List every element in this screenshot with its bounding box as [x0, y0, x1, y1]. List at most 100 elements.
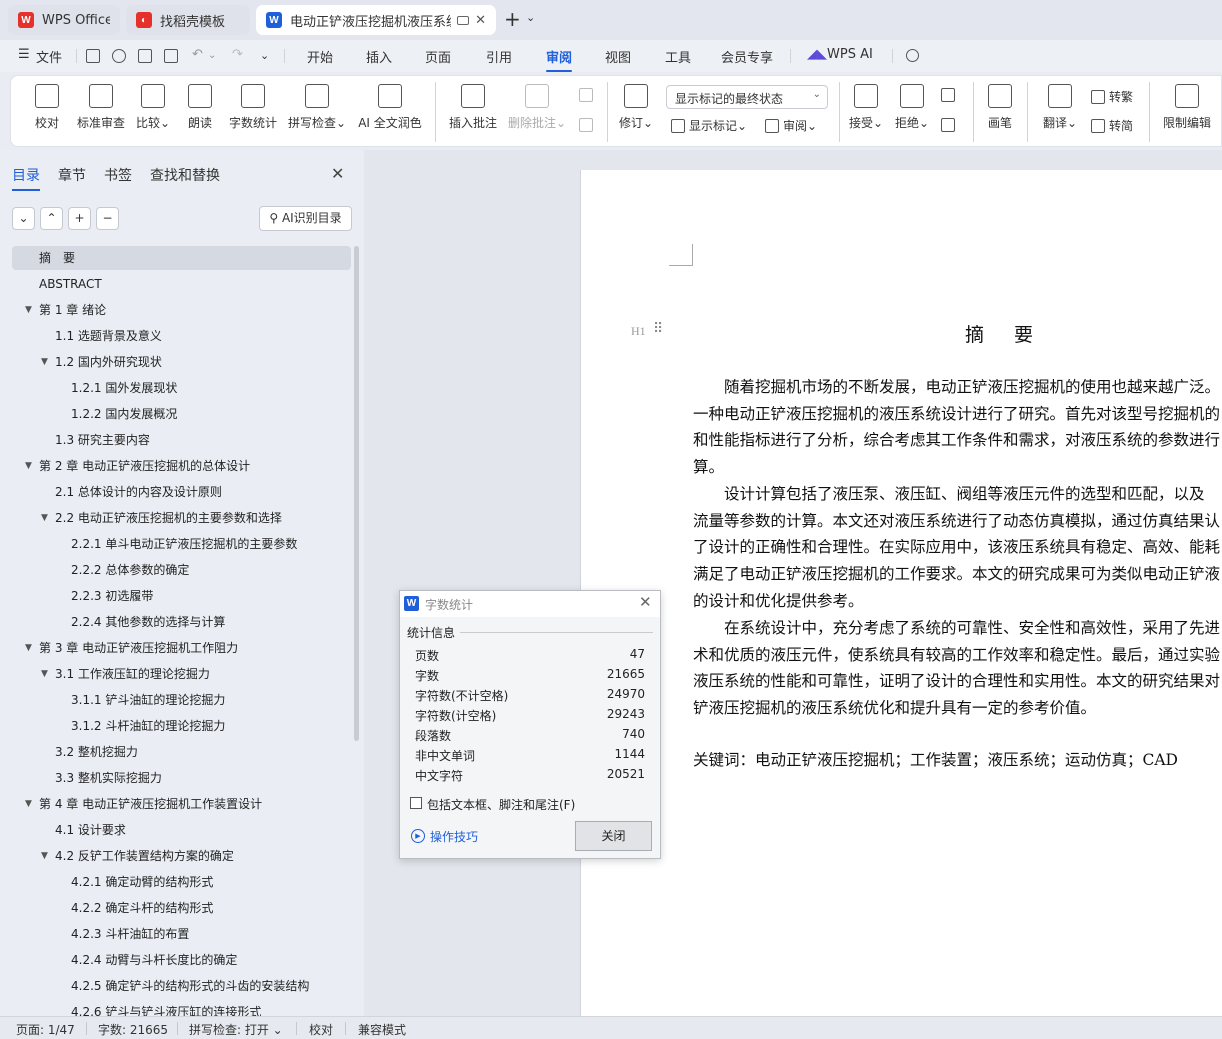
- toc-item[interactable]: 4.2.4 动臂与斗杆长度比的确定: [12, 948, 351, 972]
- toc-item[interactable]: ▼ 3.1 工作液压缸的理论挖掘力: [12, 662, 351, 686]
- toc-item[interactable]: 3.3 整机实际挖掘力: [12, 766, 351, 790]
- toc-item[interactable]: 2.2.3 初选履带: [12, 584, 351, 608]
- markup-mode-select[interactable]: 显示标记的最终状态 ⌄: [666, 85, 828, 109]
- expand-arrow-icon[interactable]: ▼: [41, 350, 48, 374]
- menu-view[interactable]: 视图: [605, 47, 631, 66]
- expand-arrow-icon[interactable]: ▼: [25, 792, 32, 816]
- undo-chevron-icon[interactable]: ⌄: [208, 50, 216, 61]
- proof-indicator[interactable]: 校对: [309, 1021, 333, 1038]
- toc-item[interactable]: ▼ 1.2 国内外研究现状: [12, 350, 351, 374]
- tab-current-document[interactable]: W 电动正铲液压挖掘机液压系统 ✕: [256, 5, 496, 35]
- to-simplified-button[interactable]: 转简: [1091, 117, 1133, 134]
- close-icon[interactable]: ✕: [331, 164, 344, 183]
- search-icon[interactable]: [906, 49, 919, 62]
- toc-item[interactable]: ABSTRACT: [12, 272, 351, 296]
- share-icon[interactable]: [112, 49, 126, 63]
- undo-icon[interactable]: ↶: [192, 47, 203, 62]
- document-page[interactable]: H1 ⠿ 摘 要 随着挖掘机市场的不断发展，电动正铲液压挖掘机的使用也越来越广泛…: [580, 170, 1222, 1020]
- redo-icon[interactable]: ↷: [232, 47, 243, 62]
- accept-button[interactable]: 接受⌄: [847, 82, 885, 131]
- tab-toc[interactable]: 目录: [12, 165, 40, 191]
- word-count-button[interactable]: 字数统计: [225, 82, 281, 131]
- translate-button[interactable]: 翻译⌄: [1041, 82, 1079, 131]
- include-textbox-label[interactable]: 包括文本框、脚注和尾注(F): [427, 796, 575, 813]
- toc-item[interactable]: 4.2.5 确定铲斗的结构形式的斗齿的安装结构: [12, 974, 351, 998]
- menu-references[interactable]: 引用: [486, 47, 512, 66]
- expand-arrow-icon[interactable]: ▼: [25, 636, 32, 660]
- ai-toc-button[interactable]: ⚲ AI识别目录: [259, 206, 352, 231]
- include-textbox-checkbox[interactable]: [410, 797, 422, 809]
- menu-insert[interactable]: 插入: [366, 47, 392, 66]
- next-change-button[interactable]: [941, 118, 959, 132]
- previous-comment-button[interactable]: [579, 88, 597, 102]
- toc-item[interactable]: ▼ 4.2 反铲工作装置结构方案的确定: [12, 844, 351, 868]
- toc-item[interactable]: 4.2.2 确定斗杆的结构形式: [12, 896, 351, 920]
- read-aloud-button[interactable]: 朗读: [185, 82, 215, 131]
- toc-scrollbar[interactable]: [354, 246, 359, 741]
- toc-item[interactable]: 3.1.1 铲斗油缸的理论挖掘力: [12, 688, 351, 712]
- tab-wps-office[interactable]: W WPS Office: [8, 5, 120, 35]
- expand-arrow-icon[interactable]: ▼: [41, 506, 48, 530]
- toc-item[interactable]: 1.1 选题背景及意义: [12, 324, 351, 348]
- collapse-up-icon[interactable]: ⌃: [40, 207, 63, 230]
- monitor-icon[interactable]: [457, 15, 470, 25]
- print-icon[interactable]: [138, 49, 152, 63]
- print-preview-icon[interactable]: [164, 49, 178, 63]
- reject-button[interactable]: 拒绝⌄: [893, 82, 931, 131]
- toc-item[interactable]: 2.2.4 其他参数的选择与计算: [12, 610, 351, 634]
- toc-item[interactable]: 1.3 研究主要内容: [12, 428, 351, 452]
- toc-item[interactable]: 4.2.6 铲斗与铲斗液压缸的连接形式: [12, 1000, 351, 1016]
- new-tab-icon[interactable]: +: [504, 9, 521, 29]
- menu-review[interactable]: 审阅: [546, 47, 573, 72]
- toc-item[interactable]: 1.2.1 国外发展现状: [12, 376, 351, 400]
- spell-check-button[interactable]: 拼写检查⌄: [287, 82, 347, 131]
- next-comment-button[interactable]: [579, 118, 597, 132]
- previous-change-button[interactable]: [941, 88, 959, 102]
- delete-comment-button[interactable]: 删除批注⌄: [507, 82, 567, 131]
- show-markup-button[interactable]: 显示标记 ⌄: [671, 117, 747, 134]
- expand-arrow-icon[interactable]: ▼: [41, 662, 48, 686]
- tab-list-chevron-icon[interactable]: ⌄: [526, 11, 535, 24]
- save-icon[interactable]: [86, 49, 100, 63]
- toc-item[interactable]: ▼ 第 2 章 电动正铲液压挖掘机的总体设计: [12, 454, 351, 478]
- menu-wps-ai[interactable]: WPS AI: [827, 47, 873, 62]
- add-heading-icon[interactable]: +: [68, 207, 91, 230]
- toc-item[interactable]: 3.2 整机挖掘力: [12, 740, 351, 764]
- menu-home[interactable]: 开始: [307, 47, 333, 66]
- menu-member[interactable]: 会员专享: [721, 47, 773, 66]
- tab-bookmarks[interactable]: 书签: [104, 165, 132, 185]
- expand-down-icon[interactable]: ⌄: [12, 207, 35, 230]
- toc-item[interactable]: 1.2.2 国内发展概况: [12, 402, 351, 426]
- standard-review-button[interactable]: 标准审查: [75, 82, 127, 131]
- compare-button[interactable]: 比较⌄: [135, 82, 171, 131]
- toc-item[interactable]: 4.2.3 斗杆油缸的布置: [12, 922, 351, 946]
- restrict-edit-button[interactable]: 限制编辑: [1159, 82, 1215, 131]
- menu-tools[interactable]: 工具: [665, 47, 691, 66]
- expand-arrow-icon[interactable]: ▼: [41, 844, 48, 868]
- toc-item[interactable]: 3.1.2 斗杆油缸的理论挖掘力: [12, 714, 351, 738]
- toc-item[interactable]: 2.2.2 总体参数的确定: [12, 558, 351, 582]
- review-pane-button[interactable]: 审阅 ⌄: [765, 117, 817, 134]
- remove-heading-icon[interactable]: −: [96, 207, 119, 230]
- tab-sections[interactable]: 章节: [58, 165, 86, 185]
- expand-arrow-icon[interactable]: ▼: [25, 298, 32, 322]
- toc-item[interactable]: ▼ 第 4 章 电动正铲液压挖掘机工作装置设计: [12, 792, 351, 816]
- toc-item[interactable]: 2.2.1 单斗电动正铲液压挖掘机的主要参数: [12, 532, 351, 556]
- toc-item[interactable]: ▼ 第 3 章 电动正铲液压挖掘机工作阻力: [12, 636, 351, 660]
- toc-item[interactable]: 摘 要: [12, 246, 351, 270]
- tab-find-replace[interactable]: 查找和替换: [150, 165, 220, 185]
- dialog-titlebar[interactable]: W 字数统计 ✕: [400, 591, 660, 617]
- page-indicator[interactable]: 页面: 1/47: [16, 1021, 75, 1038]
- proofread-button[interactable]: 校对: [31, 82, 63, 131]
- toc-item[interactable]: 4.2.1 确定动臂的结构形式: [12, 870, 351, 894]
- quick-access-chevron-icon[interactable]: ⌄: [260, 49, 269, 62]
- pen-button[interactable]: 画笔: [985, 82, 1015, 131]
- toc-item[interactable]: 2.1 总体设计的内容及设计原则: [12, 480, 351, 504]
- ai-polish-button[interactable]: AI 全文润色: [355, 82, 425, 131]
- track-changes-button[interactable]: 修订⌄: [617, 82, 655, 131]
- tab-docer-templates[interactable]: ◐ 找稻壳模板: [126, 5, 250, 35]
- toc-item[interactable]: ▼ 第 1 章 绪论: [12, 298, 351, 322]
- menu-page[interactable]: 页面: [425, 47, 451, 66]
- close-button[interactable]: 关闭: [575, 821, 652, 851]
- close-tab-icon[interactable]: ✕: [475, 13, 486, 28]
